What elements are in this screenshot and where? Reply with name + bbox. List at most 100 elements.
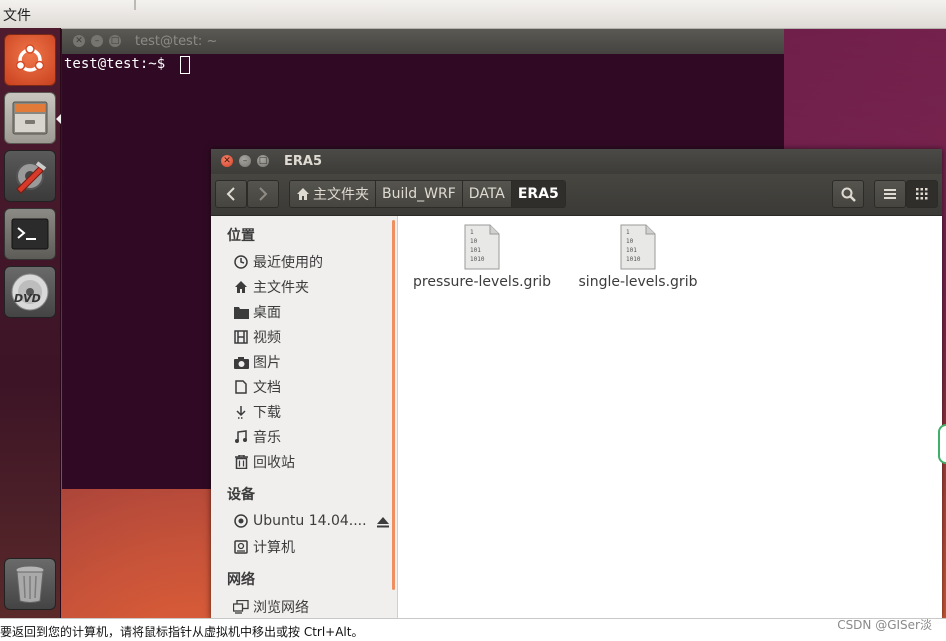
sidebar-item-label: 下载: [253, 405, 281, 421]
dvd-icon[interactable]: DVD: [4, 266, 56, 318]
terminal-close-icon[interactable]: ✕: [73, 35, 85, 47]
chevron-left-icon: [226, 187, 235, 201]
sidebar-item-music[interactable]: 音乐: [233, 427, 281, 447]
terminal-title: test@test: ~: [135, 34, 218, 49]
sidebar-item-videos[interactable]: 视频: [233, 327, 281, 347]
ubuntu-dash-icon[interactable]: [4, 34, 56, 86]
home-icon: [235, 281, 247, 293]
film-icon: [234, 330, 248, 344]
terminal-prompt: test@test:~$: [64, 56, 174, 72]
devices-heading: 设备: [227, 487, 255, 503]
file-item-single-levels[interactable]: 1 10 101 1010 single-levels.grib: [563, 224, 713, 290]
forward-button[interactable]: [247, 180, 279, 208]
sidebar-item-ubuntu-disc[interactable]: Ubuntu 14.04....: [233, 511, 367, 531]
svg-text:DVD: DVD: [14, 292, 41, 305]
binary-glyph-line: 101: [470, 247, 481, 254]
system-settings-icon[interactable]: [4, 150, 56, 202]
terminal-cursor: [180, 56, 190, 74]
binary-glyph-line: 1: [470, 229, 474, 236]
download-icon: [236, 406, 246, 419]
files-maximize-icon[interactable]: □: [257, 155, 269, 167]
sidebar-item-documents[interactable]: 文档: [233, 377, 281, 397]
binary-glyph-line: 1: [626, 229, 630, 236]
file-view[interactable]: 1 10 101 1010 pressure-levels.grib 1 10 …: [401, 216, 942, 619]
sidebar-item-label: 回收站: [253, 455, 295, 471]
breadcrumb-build-wrf[interactable]: Build_WRF: [376, 181, 463, 207]
sidebar-item-label: 计算机: [253, 540, 295, 556]
binary-glyph-line: 101: [626, 247, 637, 254]
file-manager-window[interactable]: ✕ – □ ERA5 主文件夹 Build_WRF DATA ERA5 位置 最…: [211, 149, 942, 619]
binary-file-icon: 1 10 101 1010: [620, 224, 656, 270]
breadcrumb-data[interactable]: DATA: [462, 181, 512, 207]
sidebar-item-pictures[interactable]: 图片: [233, 352, 281, 372]
home-icon: [297, 188, 309, 200]
file-manager-icon[interactable]: [4, 92, 56, 144]
app-menu-file[interactable]: 文件: [3, 5, 31, 25]
places-heading: 位置: [227, 228, 255, 244]
sidebar-item-label: 视频: [253, 330, 281, 346]
breadcrumb-label: 主文件夹: [313, 187, 369, 203]
sidebar-item-label: 图片: [253, 355, 281, 371]
terminal-maximize-icon[interactable]: □: [109, 35, 121, 47]
sidebar-item-browse-network[interactable]: 浏览网络: [233, 597, 309, 617]
disc-icon: [234, 514, 248, 528]
list-view-icon: [884, 189, 896, 199]
camera-icon: [233, 356, 249, 369]
files-title: ERA5: [284, 154, 322, 169]
files-titlebar[interactable]: ✕ – □ ERA5: [211, 149, 942, 174]
sidebar-item-trash[interactable]: 回收站: [233, 452, 295, 472]
binary-glyph-line: 10: [470, 238, 478, 245]
sidebar-scroll-indicator: [392, 220, 395, 590]
file-item-pressure-levels[interactable]: 1 10 101 1010 pressure-levels.grib: [407, 224, 557, 290]
sidebar-item-label: 主文件夹: [253, 280, 309, 296]
files-minimize-icon[interactable]: –: [239, 155, 251, 167]
sidebar-item-label: Ubuntu 14.04....: [253, 513, 367, 529]
grid-view-icon: [916, 188, 928, 200]
binary-file-icon: 1 10 101 1010: [464, 224, 500, 270]
terminal-minimize-icon[interactable]: –: [91, 35, 103, 47]
sidebar-item-desktop[interactable]: 桌面: [233, 302, 281, 322]
terminal-icon[interactable]: [4, 208, 56, 260]
sidebar-item-label: 文档: [253, 380, 281, 396]
document-icon: [235, 380, 247, 394]
music-icon: [235, 430, 247, 443]
binary-glyph-line: 1010: [626, 256, 641, 263]
sidebar-item-label: 浏览网络: [253, 600, 309, 616]
breadcrumb-home[interactable]: 主文件夹: [290, 181, 376, 207]
sidebar-item-home[interactable]: 主文件夹: [233, 277, 309, 297]
grid-view-button[interactable]: [906, 180, 938, 208]
search-button[interactable]: [832, 180, 864, 208]
eject-icon[interactable]: [376, 515, 390, 529]
clock-icon: [234, 255, 248, 269]
unity-launcher: DVD: [0, 28, 61, 618]
panel-divider: [134, 0, 136, 10]
computer-icon: [234, 540, 248, 554]
floating-assistant-handle[interactable]: [938, 424, 946, 464]
vm-status-message: 要返回到您的计算机，请将鼠标指针从虚拟机中移出或按 Ctrl+Alt。: [0, 625, 364, 639]
network-icon: [233, 600, 249, 614]
breadcrumb: 主文件夹 Build_WRF DATA ERA5: [289, 180, 566, 208]
binary-glyph-line: 10: [626, 238, 634, 245]
terminal-titlebar[interactable]: ✕ – □ test@test: ~: [62, 29, 784, 54]
list-view-button[interactable]: [874, 180, 906, 208]
sidebar-item-label: 最近使用的: [253, 255, 323, 271]
search-icon: [841, 187, 856, 202]
breadcrumb-era5[interactable]: ERA5: [511, 181, 565, 207]
network-heading: 网络: [227, 572, 255, 588]
sidebar-item-label: 桌面: [253, 305, 281, 321]
sidebar-item-downloads[interactable]: 下载: [233, 402, 281, 422]
vm-status-bar: 要返回到您的计算机，请将鼠标指针从虚拟机中移出或按 Ctrl+Alt。 CSDN…: [0, 618, 946, 641]
file-name: single-levels.grib: [578, 274, 698, 290]
files-toolbar: 主文件夹 Build_WRF DATA ERA5: [211, 174, 942, 216]
places-sidebar: 位置 最近使用的 主文件夹 桌面 视频 图片 文档 下载 音乐 回收站 设备 U…: [211, 216, 398, 619]
top-panel: 文件: [0, 0, 946, 29]
sidebar-item-label: 音乐: [253, 430, 281, 446]
active-app-indicator: [56, 114, 61, 124]
sidebar-item-recent[interactable]: 最近使用的: [233, 252, 323, 272]
sidebar-item-computer[interactable]: 计算机: [233, 537, 295, 557]
files-close-icon[interactable]: ✕: [221, 155, 233, 167]
binary-glyph-line: 1010: [470, 256, 485, 263]
folder-icon: [233, 306, 249, 319]
trash-icon[interactable]: [4, 558, 56, 610]
back-button[interactable]: [215, 180, 247, 208]
